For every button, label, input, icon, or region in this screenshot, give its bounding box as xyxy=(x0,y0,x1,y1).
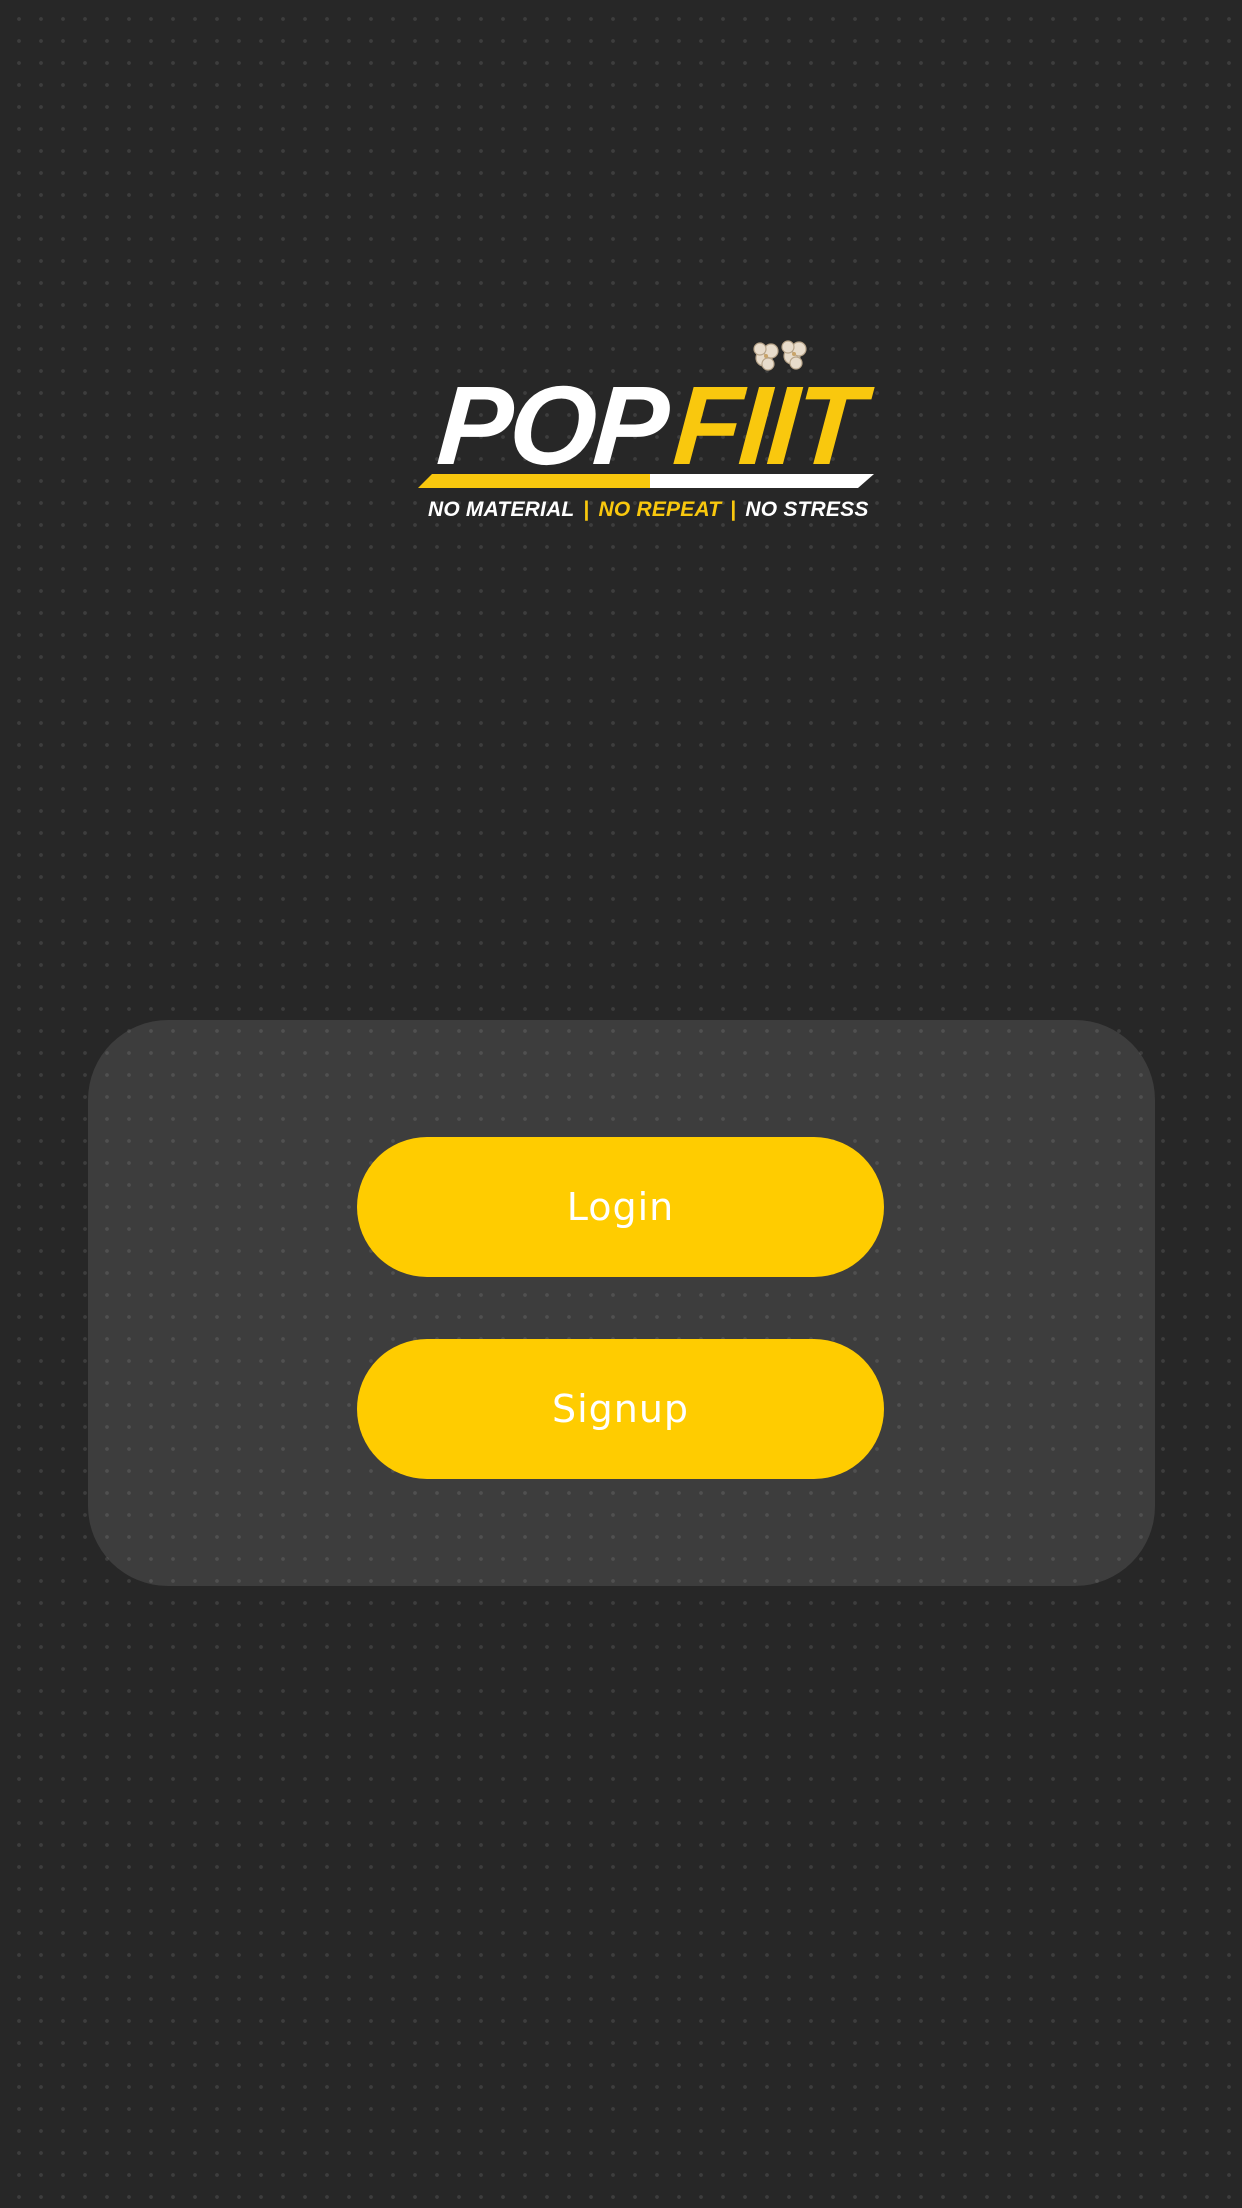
tagline-no-material: NO MATERIAL xyxy=(428,498,575,521)
logo-underline-bar xyxy=(418,474,874,488)
tagline-separator: | xyxy=(583,498,590,521)
popfiit-logo: POP FIIT NO MATERIAL | NO REPEAT | NO STRESS xyxy=(412,330,882,530)
tagline-separator: | xyxy=(730,498,737,521)
tagline-no-stress: NO STRESS xyxy=(745,498,869,521)
auth-panel: Login Signup xyxy=(88,1020,1155,1586)
signup-button[interactable]: Signup xyxy=(357,1339,884,1479)
logo-word-pop: POP xyxy=(433,363,670,488)
logo-word-fiit: FIIT xyxy=(669,363,866,488)
tagline-no-repeat: NO REPEAT xyxy=(598,498,722,521)
login-button[interactable]: Login xyxy=(357,1137,884,1277)
logo-tagline: NO MATERIAL | NO REPEAT | NO STRESS xyxy=(428,498,869,522)
